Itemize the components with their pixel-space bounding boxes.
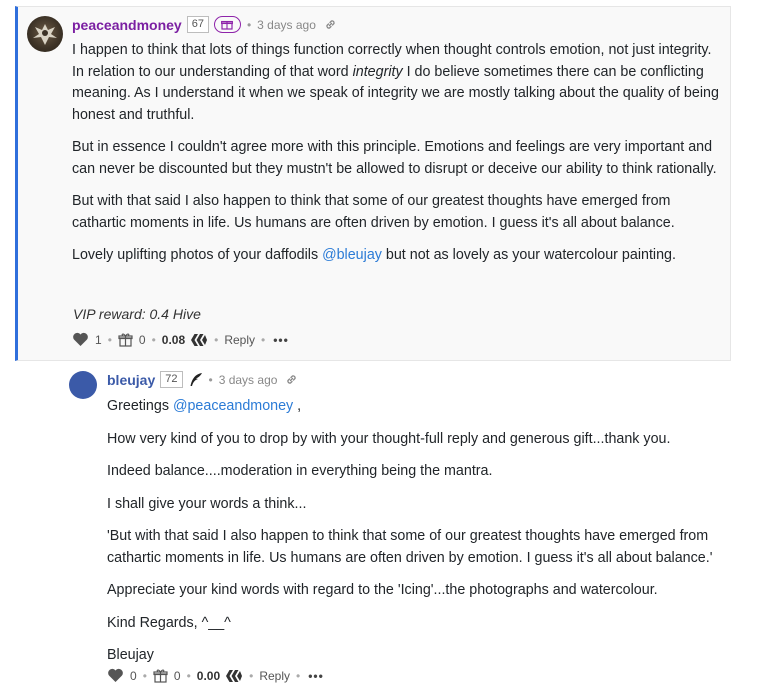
timestamp[interactable]: 3 days ago [257,18,316,32]
heart-icon[interactable] [72,332,89,347]
hive-icon [225,669,243,683]
comment-body-peaceandmoney: I happen to think that lots of things fu… [72,40,722,278]
hive-icon [190,333,208,347]
timestamp[interactable]: 3 days ago [219,373,278,387]
comment-paragraph: 'But with that said I also happen to thi… [107,528,713,566]
separator-dot: • [261,332,266,347]
avatar-bleujay[interactable] [69,371,97,399]
comment-paragraph: But in essence I couldn't agree more wit… [72,139,717,177]
vote-count[interactable]: 0 [130,669,137,683]
vote-count[interactable]: 1 [95,333,102,347]
separator-dot: • [208,372,213,387]
gift-badge-icon[interactable] [213,16,241,33]
comment-paragraph: I shall give your words a think... [107,495,307,512]
reply-button[interactable]: Reply [224,333,255,347]
vip-reward-text: VIP reward: 0.4 Hive [73,306,201,322]
gift-count: 0 [138,332,146,347]
reputation-badge: 72 [160,371,183,388]
reputation-badge: 67 [186,16,209,33]
comment-actions: 1 • 0 • 0.08 • Reply • ••• [72,332,289,347]
gift-icon[interactable] [118,332,133,347]
payout-value[interactable]: 0.08 [162,333,185,347]
comment-paragraph: Greetings @peaceandmoney , [107,398,302,414]
separator-dot: • [214,332,219,347]
payout-value[interactable]: 0.00 [197,669,220,683]
comment-body-bleujay: Greetings @peaceandmoney , How very kind… [107,396,737,678]
gift-count: 0 [173,668,181,683]
heart-icon[interactable] [107,668,124,683]
emphasis-text: integrity [352,63,403,80]
quill-icon [189,372,203,387]
separator-dot: • [142,668,147,683]
comment-paragraph: Appreciate your kind words with regard t… [107,582,658,598]
more-icon[interactable]: ••• [308,669,324,683]
author-name-bleujay[interactable]: bleujay [107,372,155,388]
comment-paragraph: But with that said I also happen to thin… [72,193,675,231]
comment-paragraph: How very kind of you to drop by with you… [107,430,671,447]
link-icon[interactable] [285,373,298,386]
more-icon[interactable]: ••• [273,333,289,347]
comment-paragraph: I happen to think that lots of things fu… [72,42,719,123]
separator-dot: • [249,668,254,683]
avatar-peaceandmoney[interactable] [27,16,63,52]
user-mention-link[interactable]: @peaceandmoney [173,398,293,414]
comment-paragraph: Bleujay [107,647,154,663]
gift-icon[interactable] [153,668,168,683]
comment-header: peaceandmoney 67 • 3 days ago [72,16,337,33]
comment-header: bleujay 72 • 3 days ago [107,371,298,388]
comment-actions: 0 • 0 • 0.00 • Reply • ••• [107,668,324,683]
link-icon[interactable] [324,18,337,31]
separator-dot: • [186,668,191,683]
comment-paragraph: Indeed balance....moderation in everythi… [107,463,493,479]
user-mention-link[interactable]: @bleujay [322,247,382,263]
separator-dot: • [246,17,252,32]
reply-button[interactable]: Reply [259,669,290,683]
comment-paragraph: Lovely uplifting photos of your daffodil… [72,247,676,263]
author-name-peaceandmoney[interactable]: peaceandmoney [72,17,182,33]
separator-dot: • [107,332,112,347]
separator-dot: • [151,332,156,347]
comment-paragraph: Kind Regards, ^__^ [107,614,231,631]
separator-dot: • [296,668,301,683]
